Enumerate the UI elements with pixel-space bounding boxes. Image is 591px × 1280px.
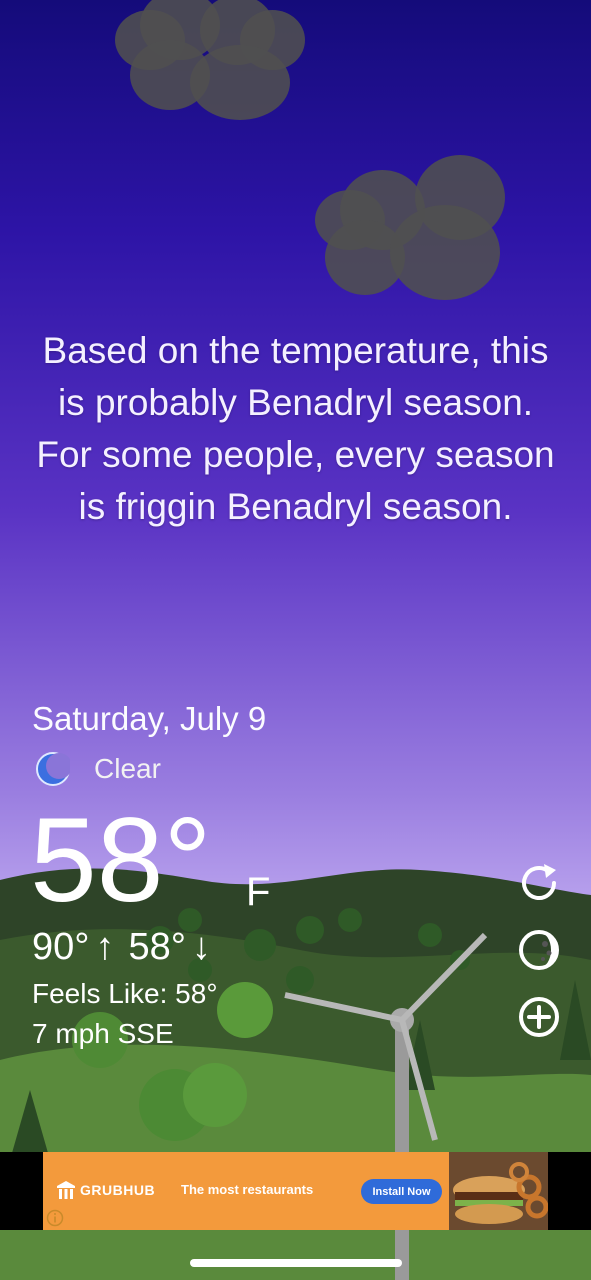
- ad-brand-label: GRUBHUB: [80, 1182, 156, 1198]
- high-temperature: 90°: [32, 926, 90, 968]
- moon-icon: [36, 752, 70, 786]
- ad-banner[interactable]: GRUBHUB The most restaurants Install Now: [0, 1152, 591, 1230]
- forecast-message: Based on the temperature, this is probab…: [36, 330, 555, 527]
- condition-label: Clear: [94, 753, 161, 784]
- weather-app-screen: Based on the temperature, this is probab…: [0, 0, 591, 1280]
- cloud-top: [110, 0, 310, 125]
- grubhub-logo-icon: [57, 1181, 75, 1199]
- condition-row: Clear: [36, 750, 161, 788]
- add-location-icon[interactable]: [516, 994, 562, 1040]
- ad-brand: GRUBHUB: [55, 1180, 155, 1200]
- cloud-middle: [315, 155, 515, 305]
- refresh-icon[interactable]: [516, 860, 562, 906]
- temperature-unit: F: [246, 870, 271, 914]
- ad-tagline: The most restaurants: [181, 1182, 314, 1197]
- wind-label: 7 mph SSE: [32, 1018, 174, 1049]
- theme-icon[interactable]: [516, 927, 562, 973]
- low-temperature: 58°: [128, 926, 186, 968]
- up-arrow-icon: ↑: [95, 926, 115, 968]
- date-label: Saturday, July 9: [32, 700, 267, 737]
- home-indicator[interactable]: [190, 1259, 402, 1267]
- ad-info-icon[interactable]: [46, 1209, 64, 1227]
- feels-like-label: Feels Like: 58°: [32, 978, 218, 1009]
- high-low-row: 90° ↑ 58° ↓: [32, 926, 225, 969]
- ad-content[interactable]: GRUBHUB The most restaurants Install Now: [43, 1152, 548, 1230]
- temperature-value: 58°: [30, 793, 212, 927]
- install-now-button[interactable]: Install Now: [361, 1179, 442, 1204]
- down-arrow-icon: ↓: [191, 926, 211, 968]
- ad-food-image: [449, 1152, 548, 1230]
